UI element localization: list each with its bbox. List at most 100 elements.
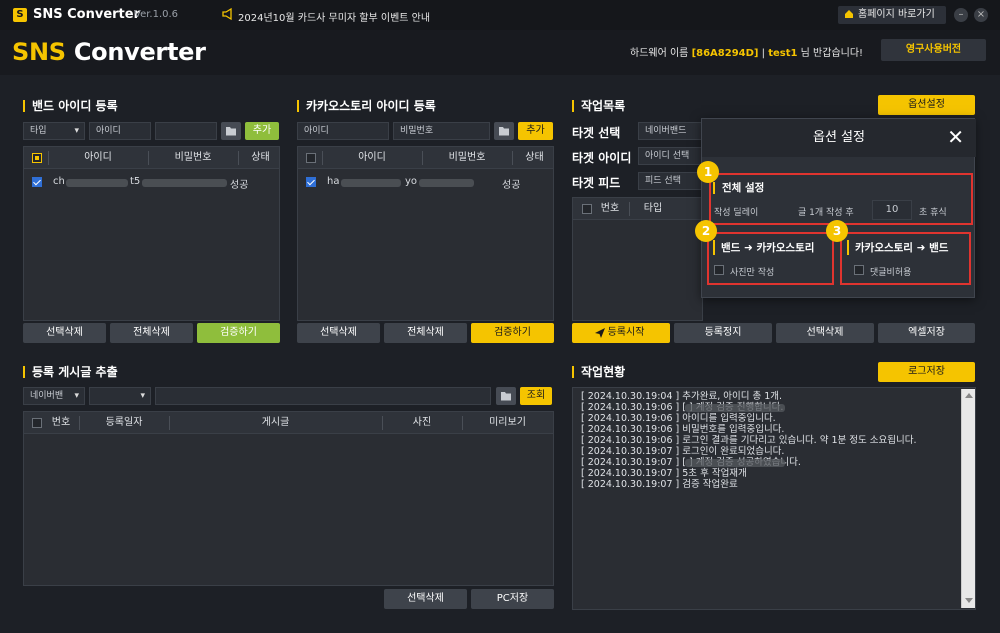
comment-disallow-checkbox[interactable] [854, 265, 864, 275]
extract-table: 번호 등록일자 게시글 사진 미리보기 [23, 411, 554, 586]
band-folder-button[interactable] [221, 122, 241, 140]
extract-account-select[interactable] [89, 387, 151, 405]
masked-pw [419, 179, 474, 187]
notice-link[interactable]: 2024년10월 카드사 무미자 할부 이벤트 안내 [238, 9, 430, 24]
table-row[interactable]: ch t5 성공 [24, 173, 279, 191]
target-id-dropdown[interactable]: 아이디 선택 [638, 147, 708, 165]
hw-sep: | [758, 48, 769, 59]
table-header: 아이디 비밀번호 상태 [298, 147, 553, 169]
row-id: ha [327, 176, 340, 187]
arrow-right-icon: ➜ [743, 242, 753, 254]
col-post: 게시글 [261, 417, 290, 428]
options-button[interactable]: 옵션설정 [878, 95, 975, 115]
kakao-delete-selected-button[interactable]: 선택삭제 [297, 323, 380, 343]
band-verify-button[interactable]: 검증하기 [197, 323, 280, 343]
target-select-dropdown[interactable]: 네이버밴드 [638, 122, 708, 140]
table-row[interactable]: ha yo 성공 [298, 173, 553, 191]
jobs-section-title: 작업목록 [572, 100, 625, 112]
extract-search-input[interactable] [155, 387, 491, 405]
target-select-label: 타겟 선택 [572, 126, 621, 140]
row-status: 성공 [230, 180, 249, 191]
masked-id [66, 179, 128, 187]
brand-converter: Converter [65, 38, 206, 66]
col-status: 상태 [251, 152, 270, 163]
log-line: [ 2024.10.30.19:06 ] 아이디를 입력중입니다. [581, 413, 776, 424]
row-pw: t5 [130, 176, 141, 187]
minimize-button[interactable]: – [954, 8, 968, 22]
band-delete-selected-button[interactable]: 선택삭제 [23, 323, 106, 343]
pc-save-button[interactable]: PC저장 [471, 589, 554, 609]
band-delete-all-button[interactable]: 전체삭제 [110, 323, 193, 343]
send-icon [595, 328, 605, 338]
jobs-table: 번호 타입 [572, 197, 703, 321]
scroll-down-icon[interactable] [965, 598, 973, 603]
extract-delete-selected-button[interactable]: 선택삭제 [384, 589, 467, 609]
megaphone-icon [222, 7, 232, 21]
modal-title: 옵션 설정 [702, 119, 976, 157]
select-all-checkbox[interactable] [306, 153, 316, 163]
row-id: ch [53, 176, 65, 187]
modal-close-icon[interactable]: ✕ [947, 127, 964, 147]
band-add-button[interactable]: 추가 [245, 122, 279, 140]
badge-3: 3 [826, 220, 848, 242]
extract-folder-button[interactable] [496, 387, 516, 405]
window-close-button[interactable]: × [974, 8, 988, 22]
masked-account [685, 404, 785, 412]
log-panel: [ 2024.10.30.19:04 ] 추가완료, 아이디 총 1개. [ 2… [572, 387, 976, 610]
extract-search-button[interactable]: 조회 [520, 387, 552, 405]
scroll-up-icon[interactable] [965, 393, 973, 398]
excel-save-button[interactable]: 엑셀저장 [878, 323, 975, 343]
photo-only-checkbox[interactable] [714, 265, 724, 275]
row-checkbox[interactable] [32, 177, 42, 187]
permanent-version-button[interactable]: 영구사용버전 [881, 39, 986, 61]
col-status: 상태 [525, 152, 544, 163]
stop-register-button[interactable]: 등록정지 [674, 323, 772, 343]
kakao-to-band-from: 카카오스토리 [855, 242, 913, 254]
table-header: 아이디 비밀번호 상태 [24, 147, 279, 169]
extract-site-select[interactable]: 네이버밴 [23, 387, 85, 405]
kakao-id-input[interactable]: 아이디 [297, 122, 389, 140]
comment-disallow-label: 댓글비허용 [870, 268, 912, 278]
col-pw: 비밀번호 [174, 152, 212, 163]
band-id-input[interactable]: 아이디 [89, 122, 151, 140]
row-checkbox[interactable] [306, 177, 316, 187]
kakao-delete-all-button[interactable]: 전체삭제 [384, 323, 467, 343]
photo-only-label: 사진만 작성 [730, 268, 775, 278]
kakao-pw-input[interactable]: 비밀번호 [393, 122, 490, 140]
kakao-verify-button[interactable]: 검증하기 [471, 323, 554, 343]
log-line: [ 2024.10.30.19:04 ] 추가완료, 아이디 총 1개. [581, 391, 783, 402]
band-section-title: 밴드 아이디 등록 [23, 100, 118, 112]
band-to-kakao-from: 밴드 [721, 242, 741, 254]
log-line: [ 2024.10.30.19:06 ] 비밀번호를 입력중입니다. [581, 424, 785, 435]
kakao-add-button[interactable]: 추가 [518, 122, 553, 140]
log-save-button[interactable]: 로그저장 [878, 362, 975, 382]
badge-2: 2 [695, 220, 717, 242]
start-register-button[interactable]: 등록시작 [572, 323, 670, 343]
table-header: 번호 등록일자 게시글 사진 미리보기 [24, 412, 553, 434]
jobs-delete-selected-button[interactable]: 선택삭제 [776, 323, 874, 343]
kakao-to-band-title: 카카오스토리 ➜ 밴드 [847, 240, 948, 255]
rest-label: 초 휴식 [919, 208, 947, 218]
col-type: 타입 [643, 203, 663, 214]
target-id-label: 타겟 아이디 [572, 151, 632, 165]
per-post-label: 글 1개 작성 후 [798, 208, 854, 218]
select-all-checkbox[interactable] [582, 204, 592, 214]
select-all-checkbox[interactable] [32, 418, 42, 428]
band-type-select[interactable]: 타입 [23, 122, 85, 140]
log-line: [ 2024.10.30.19:06 ] 로그인 결과를 기다리고 있습니다. … [581, 435, 917, 446]
masked-id [341, 179, 401, 187]
log-scrollbar[interactable] [961, 389, 975, 608]
kakao-account-table: 아이디 비밀번호 상태 ha yo 성공 [297, 146, 554, 321]
band-account-table: 아이디 비밀번호 상태 ch t5 성공 [23, 146, 280, 321]
select-all-checkbox[interactable] [32, 153, 42, 163]
app-logo-icon: S [13, 8, 27, 22]
band-pw-input[interactable] [155, 122, 217, 140]
arrow-right-icon: ➜ [916, 242, 926, 254]
kakao-folder-button[interactable] [494, 122, 514, 140]
delay-seconds-input[interactable]: 10 [872, 200, 912, 220]
homepage-button[interactable]: 홈페이지 바로가기 [838, 6, 946, 24]
masked-account [685, 459, 785, 467]
col-number: 번호 [51, 417, 71, 428]
folder-icon [499, 127, 509, 136]
log-line: [ 2024.10.30.19:07 ] 로그인이 완료되었습니다. [581, 446, 785, 457]
